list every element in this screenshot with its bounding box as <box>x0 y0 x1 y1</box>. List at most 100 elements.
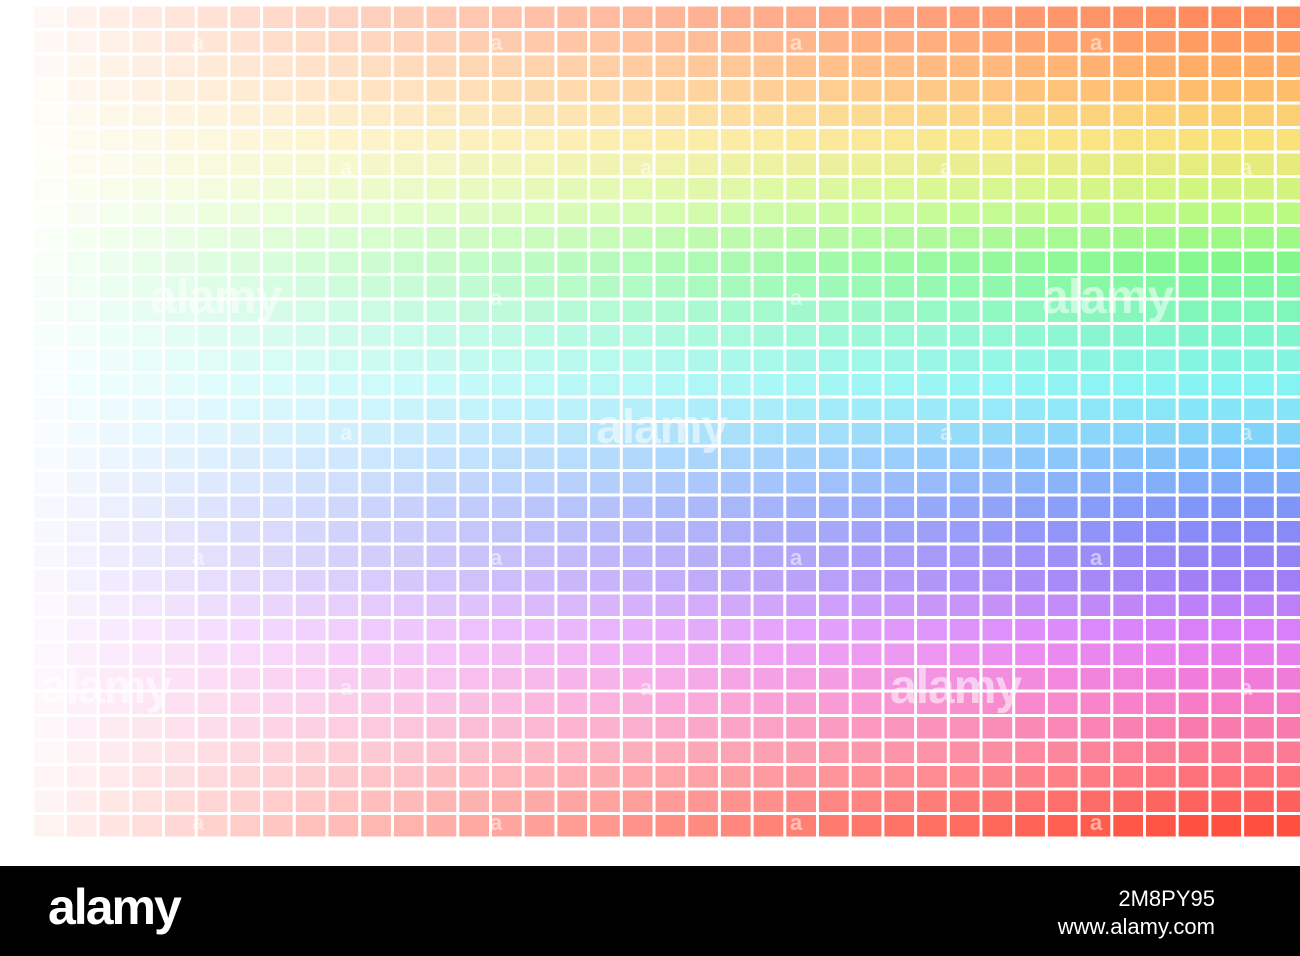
mosaic-tile <box>557 815 588 837</box>
mosaic-tile <box>361 521 391 543</box>
mosaic-tile <box>622 692 653 714</box>
mosaic-tile <box>1113 104 1143 126</box>
mosaic-tile <box>655 521 686 543</box>
mosaic-tile <box>492 521 522 543</box>
mosaic-tile <box>197 790 228 812</box>
mosaic-tile <box>1047 6 1078 28</box>
mosaic-tile <box>165 570 195 592</box>
mosaic-tile <box>819 129 849 151</box>
mosaic-tile <box>1178 55 1209 77</box>
mosaic-tile <box>426 374 457 396</box>
mosaic-tile <box>1178 251 1209 273</box>
mosaic-tile <box>1178 104 1209 126</box>
mosaic-tile <box>1178 447 1209 469</box>
mosaic-tile <box>949 741 980 763</box>
mosaic-tile <box>1080 717 1111 739</box>
mosaic-tile <box>393 178 424 200</box>
mosaic-tile <box>557 496 588 518</box>
mosaic-tile <box>165 472 195 494</box>
mosaic-tile <box>884 251 915 273</box>
mosaic-tile <box>1113 545 1143 567</box>
mosaic-tile <box>1146 790 1176 812</box>
mosaic-tile <box>426 202 457 224</box>
mosaic-tile <box>34 227 64 249</box>
mosaic-tile <box>720 104 751 126</box>
mosaic-tile <box>655 349 686 371</box>
mosaic-tile <box>426 692 457 714</box>
mosaic-tile <box>655 447 686 469</box>
mosaic-tile <box>1211 643 1242 665</box>
mosaic-tile <box>263 766 293 788</box>
mosaic-tile <box>132 325 162 347</box>
mosaic-tile <box>66 80 97 102</box>
mosaic-tile <box>655 815 686 837</box>
mosaic-tile <box>982 325 1013 347</box>
mosaic-tile <box>230 55 261 77</box>
mosaic-tile <box>917 6 947 28</box>
mosaic-tile <box>393 545 424 567</box>
mosaic-tile <box>34 300 64 322</box>
mosaic-tile <box>688 545 718 567</box>
mosaic-tile <box>1113 251 1143 273</box>
mosaic-tile <box>263 398 293 420</box>
mosaic-tile <box>1276 447 1300 469</box>
mosaic-tile <box>328 325 359 347</box>
mosaic-tile <box>1244 496 1274 518</box>
mosaic-tile <box>66 790 97 812</box>
mosaic-tile <box>949 251 980 273</box>
mosaic-tile <box>34 447 64 469</box>
mosaic-tile <box>1178 227 1209 249</box>
mosaic-tile <box>1211 741 1242 763</box>
mosaic-tile <box>1113 594 1143 616</box>
mosaic-tile <box>99 472 130 494</box>
mosaic-tile <box>753 325 784 347</box>
mosaic-tile <box>1146 80 1176 102</box>
mosaic-tile <box>1113 423 1143 445</box>
mosaic-tile <box>917 668 947 690</box>
mosaic-tile <box>753 594 784 616</box>
mosaic-tile <box>1 545 32 567</box>
mosaic-tile <box>492 202 522 224</box>
mosaic-tile <box>328 472 359 494</box>
mosaic-tile <box>1047 496 1078 518</box>
mosaic-tile <box>263 251 293 273</box>
mosaic-tile <box>492 545 522 567</box>
mosaic-tile <box>295 790 326 812</box>
mosaic-tile <box>1080 276 1111 298</box>
mosaic-tile <box>328 276 359 298</box>
mosaic-tile <box>622 594 653 616</box>
mosaic-tile <box>720 545 751 567</box>
mosaic-tile <box>1178 374 1209 396</box>
mosaic-tile <box>393 692 424 714</box>
mosaic-tile <box>492 31 522 53</box>
mosaic-tile <box>426 741 457 763</box>
mosaic-tile <box>1244 300 1274 322</box>
mosaic-tile <box>720 129 751 151</box>
mosaic-tile <box>786 594 816 616</box>
mosaic-tile <box>393 717 424 739</box>
mosaic-tile <box>1244 643 1274 665</box>
mosaic-tile <box>1113 202 1143 224</box>
mosaic-tile <box>459 202 489 224</box>
mosaic-tile <box>524 594 555 616</box>
mosaic-tile <box>1276 80 1300 102</box>
mosaic-tile <box>197 668 228 690</box>
mosaic-tile <box>753 300 784 322</box>
mosaic-tile <box>426 398 457 420</box>
mosaic-tile <box>66 251 97 273</box>
mosaic-tile <box>263 496 293 518</box>
mosaic-tile <box>1113 496 1143 518</box>
mosaic-tile <box>655 741 686 763</box>
mosaic-tile <box>524 692 555 714</box>
mosaic-tile <box>1047 153 1078 175</box>
mosaic-tile <box>1276 643 1300 665</box>
mosaic-tile <box>982 766 1013 788</box>
mosaic-tile <box>720 766 751 788</box>
mosaic-tile <box>1113 227 1143 249</box>
mosaic-tile <box>230 6 261 28</box>
mosaic-tile <box>459 325 489 347</box>
mosaic-tile <box>786 202 816 224</box>
mosaic-tile <box>459 31 489 53</box>
mosaic-tile <box>459 741 489 763</box>
mosaic-tile <box>1276 104 1300 126</box>
